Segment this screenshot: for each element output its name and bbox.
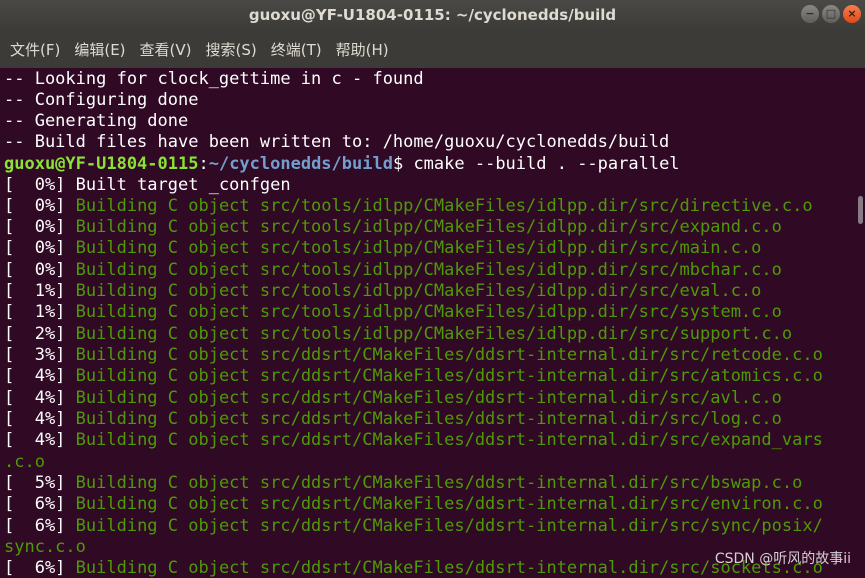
menu-edit[interactable]: 编辑(E) (74, 39, 125, 60)
build-text: Building C object src/ddsrt/CMakeFiles/d… (65, 388, 782, 408)
build-text: Building C object src/tools/idlpp/CMakeF… (65, 238, 762, 258)
build-line-wrap: sync.c.o (4, 537, 86, 557)
build-text: Building C object src/ddsrt/CMakeFiles/d… (65, 430, 823, 450)
output-line: -- Generating done (4, 111, 189, 131)
terminal-output[interactable]: -- Looking for clock_gettime in c - foun… (0, 68, 865, 578)
build-line: [ 1%] Building C object src/tools/idlpp/… (4, 302, 782, 323)
progress-label: [ 4%] (4, 366, 66, 386)
progress-label: [ 1%] (4, 302, 66, 322)
menu-file[interactable]: 文件(F) (10, 39, 60, 60)
menu-search[interactable]: 搜索(S) (206, 39, 257, 60)
build-text: Building C object src/ddsrt/CMakeFiles/d… (65, 345, 823, 365)
build-line: [ 1%] Building C object src/tools/idlpp/… (4, 281, 761, 302)
progress-label: [ 1%] (4, 281, 66, 301)
progress-label: [ 0%] (4, 260, 66, 280)
progress-label: [ 6%] (4, 558, 66, 578)
progress-label: [ 0%] (4, 196, 66, 216)
build-text: Building C object src/ddsrt/CMakeFiles/d… (65, 558, 823, 578)
menu-help[interactable]: 帮助(H) (336, 39, 389, 60)
build-text: Building C object src/tools/idlpp/CMakeF… (65, 217, 782, 237)
build-text: Building C object src/ddsrt/CMakeFiles/d… (65, 366, 823, 386)
prompt-symbol: $ (392, 154, 404, 174)
build-text: Building C object src/tools/idlpp/CMakeF… (65, 324, 793, 344)
build-line: [ 6%] Building C object src/ddsrt/CMakeF… (4, 558, 823, 578)
build-text: Built target _confgen (65, 175, 291, 195)
watermark-text: CSDN @听风的故事ii (714, 551, 851, 567)
menu-terminal[interactable]: 终端(T) (271, 39, 322, 60)
output-line: -- Configuring done (4, 90, 199, 110)
build-line: [ 4%] Building C object src/ddsrt/CMakeF… (4, 388, 782, 409)
build-text: Building C object src/tools/idlpp/CMakeF… (65, 281, 762, 301)
window-titlebar: guoxu@YF-U1804-0115: ~/cyclonedds/build … (0, 0, 865, 30)
build-text: Building C object src/tools/idlpp/CMakeF… (65, 302, 782, 322)
build-text: Building C object src/ddsrt/CMakeFiles/d… (65, 516, 823, 536)
window-controls: − □ × (801, 5, 861, 23)
progress-label: [ 4%] (4, 388, 66, 408)
window-title: guoxu@YF-U1804-0115: ~/cyclonedds/build (248, 6, 617, 24)
build-line: [ 4%] Building C object src/ddsrt/CMakeF… (4, 409, 782, 430)
prompt-user-host: guoxu@YF-U1804-0115 (4, 154, 199, 174)
prompt-command: cmake --build . --parallel (403, 154, 680, 174)
prompt-line: guoxu@YF-U1804-0115:~/cyclonedds/build$ … (4, 154, 680, 174)
menu-view[interactable]: 查看(V) (140, 39, 192, 60)
build-line: [ 6%] Building C object src/ddsrt/CMakeF… (4, 516, 823, 537)
menubar: 文件(F) 编辑(E) 查看(V) 搜索(S) 终端(T) 帮助(H) (0, 30, 865, 68)
build-text: Building C object src/tools/idlpp/CMakeF… (65, 196, 813, 216)
output-line: -- Build files have been written to: /ho… (4, 132, 670, 152)
build-line: [ 2%] Building C object src/tools/idlpp/… (4, 324, 792, 345)
minimize-button[interactable]: − (801, 5, 819, 23)
terminal-scrollbar[interactable] (858, 196, 863, 224)
progress-label: [ 5%] (4, 473, 66, 493)
build-line: [ 5%] Building C object src/ddsrt/CMakeF… (4, 473, 802, 494)
build-text: Building C object src/ddsrt/CMakeFiles/d… (65, 494, 823, 514)
build-text: Building C object src/ddsrt/CMakeFiles/d… (65, 473, 803, 493)
build-text: Building C object src/ddsrt/CMakeFiles/d… (65, 409, 782, 429)
progress-label: [ 2%] (4, 324, 66, 344)
maximize-button[interactable]: □ (822, 5, 840, 23)
progress-label: [ 3%] (4, 345, 66, 365)
build-line: [ 0%] Building C object src/tools/idlpp/… (4, 238, 761, 259)
build-line-wrap: .c.o (4, 452, 45, 472)
progress-label: [ 0%] (4, 175, 66, 195)
output-line: -- Looking for clock_gettime in c - foun… (4, 69, 424, 89)
built-target-line: [ 0%] Built target _confgen (4, 175, 291, 196)
build-line: [ 4%] Building C object src/ddsrt/CMakeF… (4, 430, 823, 451)
build-line: [ 0%] Building C object src/tools/idlpp/… (4, 260, 782, 281)
prompt-path: ~/cyclonedds/build (208, 154, 393, 174)
progress-label: [ 0%] (4, 238, 66, 258)
progress-label: [ 6%] (4, 516, 66, 536)
progress-label: [ 4%] (4, 409, 66, 429)
build-line: [ 0%] Building C object src/tools/idlpp/… (4, 217, 782, 238)
build-line: [ 4%] Building C object src/ddsrt/CMakeF… (4, 366, 823, 387)
close-button[interactable]: × (843, 5, 861, 23)
progress-label: [ 6%] (4, 494, 66, 514)
build-line: [ 3%] Building C object src/ddsrt/CMakeF… (4, 345, 823, 366)
build-line: [ 0%] Building C object src/tools/idlpp/… (4, 196, 813, 217)
progress-label: [ 0%] (4, 217, 66, 237)
progress-label: [ 4%] (4, 430, 66, 450)
build-text: Building C object src/tools/idlpp/CMakeF… (65, 260, 782, 280)
build-line: [ 6%] Building C object src/ddsrt/CMakeF… (4, 494, 823, 515)
